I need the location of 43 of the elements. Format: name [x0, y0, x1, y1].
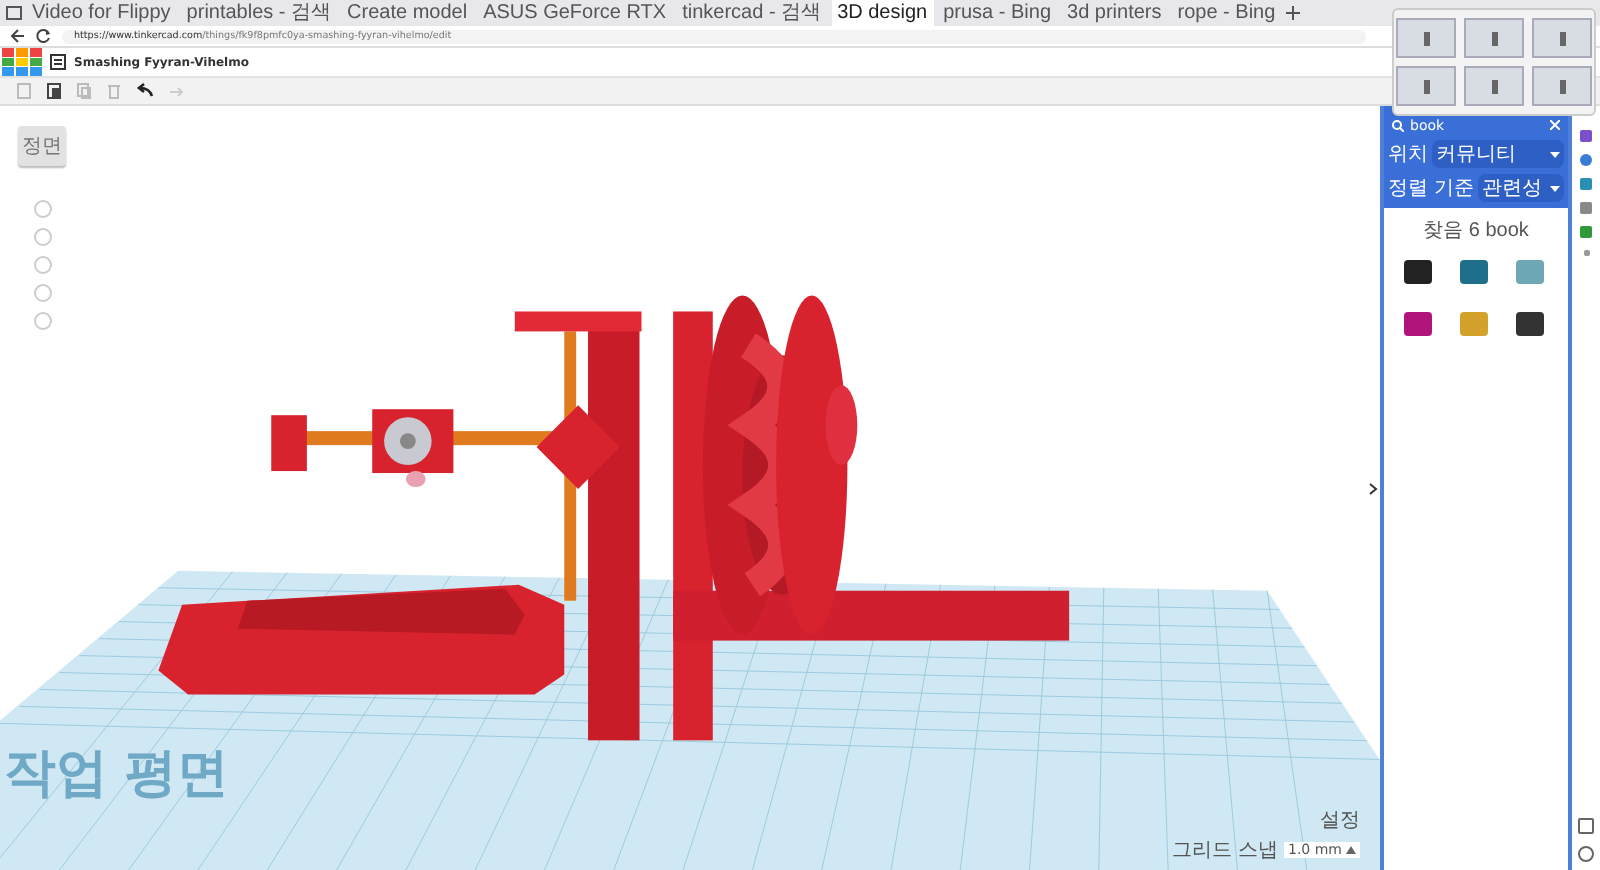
search-icon	[1392, 119, 1404, 131]
snap-layout-option[interactable]	[1464, 18, 1524, 58]
workplane-label: 작업 평면	[3, 744, 230, 805]
browser-tab[interactable]: rope - Bing	[1171, 0, 1282, 26]
snap-layout-option[interactable]	[1532, 18, 1592, 58]
snap-layout-option[interactable]	[1396, 18, 1456, 58]
snap-layout-option[interactable]	[1532, 66, 1592, 106]
caret-icon	[1550, 185, 1560, 191]
tab-overview-icon[interactable]	[6, 6, 22, 20]
paste-icon[interactable]	[46, 82, 62, 100]
undo-icon[interactable]	[136, 82, 154, 100]
shape-thumbnail[interactable]	[1516, 312, 1544, 336]
caret-icon	[1346, 846, 1356, 854]
filter-dropdown[interactable]: 커뮤니티	[1432, 140, 1564, 168]
filter-dropdown[interactable]: 관련성	[1477, 174, 1564, 202]
snap-label: 그리드 스냅	[1171, 838, 1278, 864]
shape-thumbnail[interactable]	[1404, 260, 1432, 284]
new-tab-icon[interactable]	[1285, 6, 1300, 20]
results-heading: 찾음 6 book	[1421, 218, 1531, 244]
settings-link[interactable]: 설정	[1320, 806, 1360, 834]
caret-icon	[1550, 151, 1560, 157]
browser-tab[interactable]: Video for Flippy	[26, 0, 177, 26]
shape-thumbnail[interactable]	[1460, 260, 1488, 284]
snap-layout-option[interactable]	[1464, 66, 1524, 106]
browser-tab[interactable]: tinkercad - 검색	[676, 0, 828, 26]
close-icon[interactable]	[1550, 120, 1560, 130]
browser-tab[interactable]: Create model	[341, 0, 474, 26]
shape-thumbnail[interactable]	[1516, 260, 1544, 284]
reload-icon[interactable]	[36, 28, 52, 44]
back-icon[interactable]	[10, 28, 26, 44]
filter-label: 위치	[1388, 142, 1428, 168]
shape-thumbnail[interactable]	[1460, 312, 1488, 336]
design-list-icon[interactable]	[50, 54, 66, 70]
filter-label: 정렬 기준	[1388, 176, 1474, 202]
snap-layout-option[interactable]	[1396, 66, 1456, 106]
browser-tab[interactable]: prusa - Bing	[937, 0, 1058, 26]
browser-tab[interactable]: printables - 검색	[180, 0, 338, 26]
browser-tab[interactable]: ASUS GeForce RTX	[477, 0, 673, 26]
view-cube[interactable]: 정면	[18, 126, 66, 166]
logo-icon[interactable]	[2, 48, 42, 76]
browser-tab[interactable]: 3D design	[831, 0, 934, 26]
shape-thumbnail[interactable]	[1404, 312, 1432, 336]
browser-tab[interactable]: 3d printers	[1061, 0, 1168, 26]
